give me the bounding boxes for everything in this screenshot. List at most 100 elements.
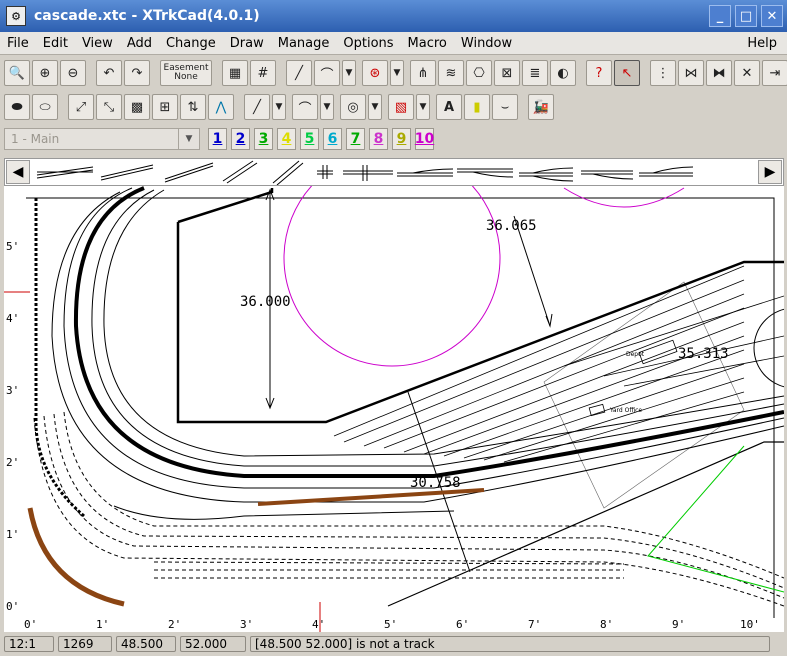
y-tick-2: 2' (6, 456, 19, 469)
curve-dropdown-icon[interactable]: ▼ (320, 94, 334, 120)
grid-icon[interactable]: # (250, 60, 276, 86)
dimension-label-4: 35.313 (678, 346, 729, 362)
split-icon[interactable]: ✕ (734, 60, 760, 86)
menu-macro[interactable]: Macro (401, 36, 454, 51)
hotbar-left-arrow-icon[interactable]: ◀ (6, 160, 30, 184)
window-title: cascade.xtc - XTrkCad(4.0.1) (34, 8, 260, 24)
zoom-out-icon[interactable]: ⊖ (60, 60, 86, 86)
status-y: 52.000 (180, 636, 246, 652)
line-dropdown-icon[interactable]: ▼ (272, 94, 286, 120)
status-message: [48.500 52.000] is not a track (250, 636, 770, 652)
straight-track-icon[interactable]: ╱ (286, 60, 312, 86)
box-dropdown-icon[interactable]: ▼ (416, 94, 430, 120)
hotbar-right-arrow-icon[interactable]: ▶ (758, 160, 782, 184)
status-x: 48.500 (116, 636, 176, 652)
layer-button-5[interactable]: 5 (300, 128, 319, 150)
menu-help[interactable]: Help (747, 36, 787, 51)
turnout-icon[interactable]: ⋔ (410, 60, 436, 86)
hotbar: ◀ ▶ (4, 158, 784, 186)
menu-draw[interactable]: Draw (223, 36, 271, 51)
menu-manage[interactable]: Manage (271, 36, 337, 51)
curved-track-dropdown-icon[interactable]: ▼ (342, 60, 356, 86)
ruler-icon[interactable]: ⌣ (492, 94, 518, 120)
circle-dropdown-icon[interactable]: ▼ (390, 60, 404, 86)
elevation-icon[interactable]: ⤢ (68, 94, 94, 120)
layer-button-9[interactable]: 9 (392, 128, 411, 150)
layer-button-4[interactable]: 4 (277, 128, 296, 150)
profile-icon[interactable]: ⤡ (96, 94, 122, 120)
layer-current: 1 - Main (11, 132, 60, 146)
connect-icon[interactable]: ⋈ (678, 60, 704, 86)
y-tick-1: 1' (6, 528, 19, 541)
menu-edit[interactable]: Edit (36, 36, 75, 51)
status-count: 1269 (58, 636, 112, 652)
menu-view[interactable]: View (75, 36, 120, 51)
text-icon[interactable]: A (436, 94, 462, 120)
describe-icon[interactable]: ? (586, 60, 612, 86)
maximize-button[interactable]: □ (735, 5, 757, 27)
close-button[interactable]: ✕ (761, 5, 783, 27)
menu-options[interactable]: Options (336, 36, 400, 51)
circle-track-icon[interactable]: ⊛ (362, 60, 388, 86)
fill-block-icon[interactable]: ▩ (124, 94, 150, 120)
dimension-label-3: 30.758 (410, 475, 461, 491)
undo-icon[interactable]: ↶ (96, 60, 122, 86)
app-icon[interactable]: ⚙ (6, 6, 26, 26)
easement-value: None (174, 72, 198, 82)
x-tick-8: 8' (600, 618, 613, 631)
parallel-icon[interactable]: ≣ (522, 60, 548, 86)
turntable-icon[interactable]: ⎔ (466, 60, 492, 86)
easement-button[interactable]: Easement None (160, 60, 212, 86)
layout-canvas[interactable]: 36.065 36.000 30.758 35.313 Yard Office … (4, 186, 784, 632)
layer-select[interactable]: 1 - Main ▼ (4, 128, 200, 150)
layer-button-7[interactable]: 7 (346, 128, 365, 150)
menu-change[interactable]: Change (159, 36, 223, 51)
x-tick-4: 4' (312, 618, 325, 631)
menu-file[interactable]: File (0, 36, 36, 51)
circle-shape-dropdown-icon[interactable]: ▼ (368, 94, 382, 120)
layer-button-3[interactable]: 3 (254, 128, 273, 150)
x-tick-7: 7' (528, 618, 541, 631)
layer-button-8[interactable]: 8 (369, 128, 388, 150)
x-tick-6: 6' (456, 618, 469, 631)
layer-button-10[interactable]: 10 (415, 128, 434, 150)
x-tick-10: 10' (740, 618, 760, 631)
select-icon[interactable]: ↖ (614, 60, 640, 86)
join-icon[interactable]: ⋮ (650, 60, 676, 86)
draw-box-icon[interactable]: ▧ (388, 94, 414, 120)
layer-button-6[interactable]: 6 (323, 128, 342, 150)
helix-icon[interactable]: ≋ (438, 60, 464, 86)
train-icon[interactable]: ⋀ (208, 94, 234, 120)
disconnect-icon[interactable]: ⇥ (762, 60, 787, 86)
layer-button-1[interactable]: 1 (208, 128, 227, 150)
rescale-icon[interactable]: ⇅ (180, 94, 206, 120)
status-scale: 12:1 (4, 636, 54, 652)
x-tick-0: 0' (24, 618, 37, 631)
locomotive-icon[interactable]: 🚂 (528, 94, 554, 120)
desc-track-icon[interactable]: ⊞ (152, 94, 178, 120)
x-tick-2: 2' (168, 618, 181, 631)
draw-circle-icon[interactable]: ◎ (340, 94, 366, 120)
car-icon[interactable]: ◐ (550, 60, 576, 86)
hotbar-track-pieces[interactable] (33, 159, 753, 185)
zoom-in-icon[interactable]: ⊕ (32, 60, 58, 86)
dimension-label-1: 36.065 (486, 218, 537, 234)
structure-icon[interactable]: ⊠ (494, 60, 520, 86)
y-tick-3: 3' (6, 384, 19, 397)
zoom-icon[interactable]: 🔍 (4, 60, 30, 86)
curved-track-icon[interactable]: ⌒ (314, 60, 340, 86)
dimension-label-2: 36.000 (240, 294, 291, 310)
menu-add[interactable]: Add (120, 36, 159, 51)
menu-window[interactable]: Window (454, 36, 519, 51)
minimize-button[interactable]: _ (709, 5, 731, 27)
bridge-icon[interactable]: ⬭ (32, 94, 58, 120)
tunnel-icon[interactable]: ⬬ (4, 94, 30, 120)
draw-line-icon[interactable]: ╱ (244, 94, 270, 120)
draw-curve-icon[interactable]: ⌒ (292, 94, 318, 120)
layer-button-2[interactable]: 2 (231, 128, 250, 150)
redo-icon[interactable]: ↷ (124, 60, 150, 86)
flip-icon[interactable]: ⧓ (706, 60, 732, 86)
chevron-down-icon[interactable]: ▼ (178, 129, 199, 149)
snap-grid-icon[interactable]: ▦ (222, 60, 248, 86)
note-icon[interactable]: ▮ (464, 94, 490, 120)
